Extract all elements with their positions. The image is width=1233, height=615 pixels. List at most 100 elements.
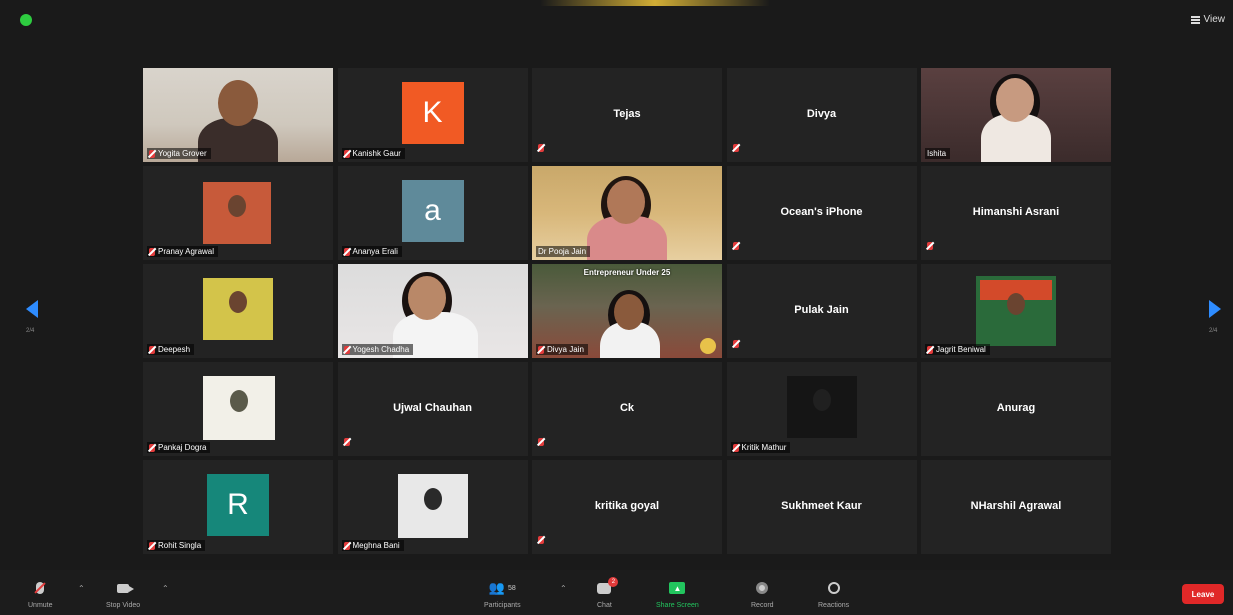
participant-display-name: Ck	[619, 402, 635, 414]
participant-tile[interactable]: Himanshi Asrani	[921, 166, 1111, 260]
participant-tile[interactable]: Pulak Jain	[726, 264, 917, 358]
next-page-button[interactable]: 2/4	[1209, 300, 1223, 334]
participant-name-label: Deepesh	[147, 344, 195, 355]
microphone-muted-icon	[343, 438, 350, 446]
participant-tile[interactable]: Entrepreneur Under 25 Divya Jain	[532, 264, 722, 358]
participant-tile[interactable]: Dr Pooja Jain	[532, 166, 722, 260]
audio-options-chevron-icon[interactable]: ⌃	[78, 584, 85, 593]
page-indicator-left: 2/4	[26, 328, 35, 334]
participant-name: Kritik Mathur	[741, 443, 787, 452]
share-screen-button[interactable]: ▲ Share Screen	[656, 580, 699, 609]
microphone-muted-icon	[343, 345, 350, 354]
microphone-muted-icon	[538, 536, 544, 544]
microphone-muted-icon	[732, 242, 739, 250]
participant-tile[interactable]: kritika goyal	[532, 460, 722, 554]
participant-name: Ananya Erali	[352, 247, 398, 256]
participant-tile[interactable]: Meghna Bani	[337, 460, 528, 554]
view-button[interactable]: View	[1190, 14, 1226, 25]
participant-name-label: Pankaj Dogra	[147, 442, 211, 453]
participant-tile[interactable]: NHarshil Agrawal	[921, 460, 1111, 554]
top-bar: View	[0, 0, 1233, 40]
participant-name-label: Kritik Mathur	[730, 442, 791, 453]
profile-picture	[203, 278, 273, 340]
participant-tile[interactable]: Tejas	[532, 68, 722, 162]
unmute-button[interactable]: Unmute	[28, 580, 53, 609]
virtual-background-banner: Entrepreneur Under 25	[583, 268, 671, 277]
participant-name: Pankaj Dogra	[158, 443, 207, 452]
participant-name: Deepesh	[158, 345, 191, 354]
participant-tile[interactable]: Ishita	[921, 68, 1111, 162]
participants-button[interactable]: 👥 58 Participants	[484, 580, 521, 609]
participant-name-label: Rohit Singla	[147, 540, 206, 551]
gallery-view: Yogita Grover K Kanishk Gaur Tejas Divya Ishi…	[143, 68, 1111, 556]
share-screen-label: Share Screen	[656, 602, 699, 609]
participant-name: Meghna Bani	[352, 541, 400, 550]
profile-picture	[397, 474, 468, 538]
stop-video-label: Stop Video	[106, 602, 141, 609]
participant-tile[interactable]: Pranay Agrawal	[143, 166, 333, 260]
participant-tile[interactable]: Divya	[726, 68, 917, 162]
participant-name-label: Ananya Erali	[341, 246, 402, 257]
participant-display-name: Divya	[806, 108, 837, 120]
participant-display-name: Himanshi Asrani	[972, 206, 1060, 218]
participant-tile[interactable]: Ocean's iPhone	[726, 166, 917, 260]
microphone-muted-icon	[343, 149, 350, 158]
participant-tile[interactable]: Deepesh	[143, 264, 333, 358]
previous-page-button[interactable]: 2/4	[26, 300, 40, 334]
participant-tile[interactable]: K Kanishk Gaur	[337, 68, 528, 162]
video-options-chevron-icon[interactable]: ⌃	[162, 584, 169, 593]
participant-tile[interactable]: Jagrit Beniwal	[921, 264, 1111, 358]
camera-icon	[117, 583, 135, 593]
participants-label: Participants	[484, 602, 521, 609]
chat-button[interactable]: 2 Chat	[597, 576, 619, 609]
participant-tile[interactable]: Yogita Grover	[143, 68, 333, 162]
leave-button[interactable]: Leave	[1182, 584, 1224, 604]
reactions-button[interactable]: Reactions	[818, 580, 849, 609]
participant-name: Kanishk Gaur	[352, 149, 401, 158]
microphone-muted-icon	[343, 247, 350, 256]
participant-display-name: Sukhmeet Kaur	[781, 500, 862, 512]
share-screen-icon: ▲	[669, 582, 686, 594]
participant-tile[interactable]: Sukhmeet Kaur	[726, 460, 917, 554]
participant-name-label: Ishita	[925, 148, 951, 159]
participant-name-label: Kanishk Gaur	[341, 148, 405, 159]
participant-display-name: NHarshil Agrawal	[970, 500, 1062, 512]
reactions-icon	[827, 582, 840, 594]
participant-name-label: Meghna Bani	[341, 540, 404, 551]
record-button[interactable]: Record	[751, 580, 774, 609]
participant-tile[interactable]: a Ananya Erali	[337, 166, 528, 260]
participant-name-label: Yogita Grover	[147, 148, 211, 159]
participant-display-name: kritika goyal	[594, 500, 660, 512]
participants-options-chevron-icon[interactable]: ⌃	[560, 584, 567, 593]
participant-name-label: Pranay Agrawal	[147, 246, 219, 257]
microphone-muted-icon	[36, 582, 45, 594]
participant-tile[interactable]: Pankaj Dogra	[143, 362, 333, 456]
participant-tile[interactable]: Ujwal Chauhan	[337, 362, 528, 456]
avatar: K	[401, 82, 464, 144]
sharing-indicator	[540, 0, 770, 6]
participant-tile[interactable]: Kritik Mathur	[726, 362, 917, 456]
chat-label: Chat	[597, 602, 612, 609]
page-indicator-right: 2/4	[1209, 328, 1218, 334]
microphone-muted-icon	[149, 345, 155, 354]
participant-name-label: Jagrit Beniwal	[925, 344, 990, 355]
chat-unread-badge: 2	[608, 576, 619, 587]
avatar: a	[401, 180, 464, 242]
microphone-muted-icon	[732, 443, 739, 452]
profile-picture	[203, 376, 275, 440]
participant-tile[interactable]: R Rohit Singla	[143, 460, 333, 554]
participant-tile[interactable]: Yogesh Chadha	[337, 264, 528, 358]
participant-name: Rohit Singla	[158, 541, 202, 550]
stop-video-button[interactable]: Stop Video	[106, 580, 140, 609]
participant-tile[interactable]: Ck	[532, 362, 722, 456]
microphone-muted-icon	[927, 345, 933, 354]
participant-name-label: Divya Jain	[536, 344, 588, 355]
participant-name: Yogita Grover	[158, 149, 207, 158]
logo-badge-icon	[700, 338, 716, 354]
security-shield-icon[interactable]	[20, 14, 32, 26]
participant-display-name: Ujwal Chauhan	[393, 402, 472, 414]
participant-tile[interactable]: Anurag	[921, 362, 1111, 456]
reactions-label: Reactions	[818, 602, 850, 609]
view-label: View	[1203, 14, 1226, 25]
microphone-muted-icon	[149, 149, 155, 158]
